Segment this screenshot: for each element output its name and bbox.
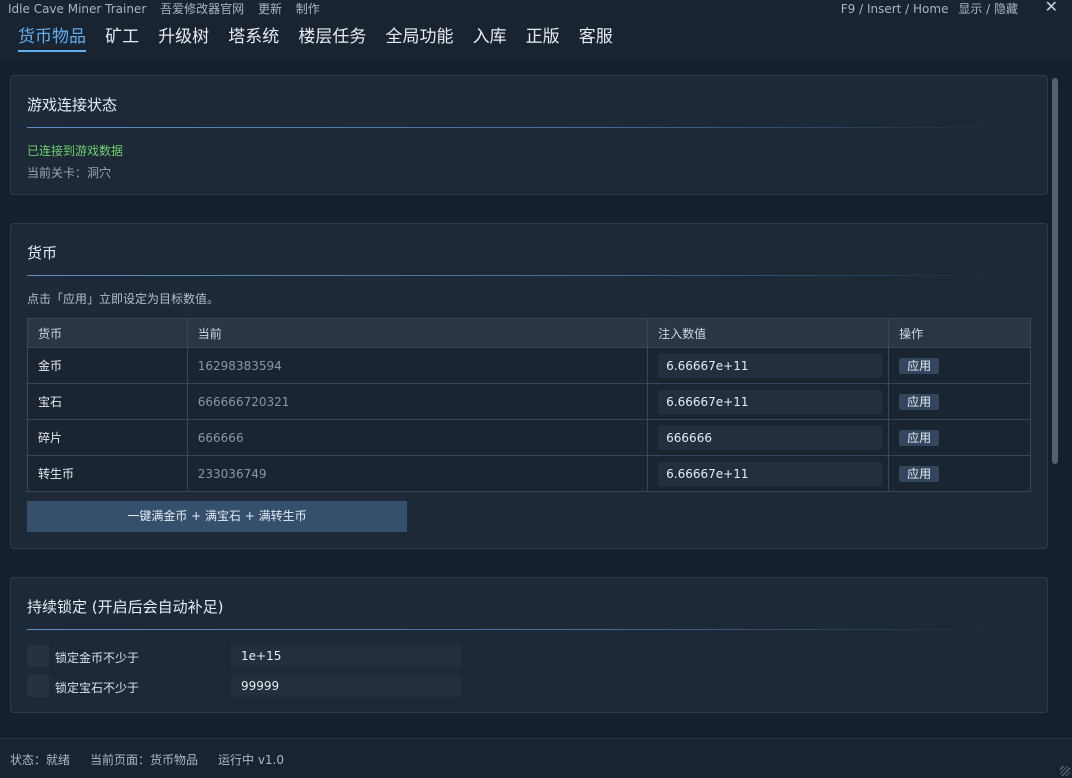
tab-genuine[interactable]: 正版 (526, 22, 560, 50)
inject-input[interactable] (658, 389, 883, 414)
column-header: 货币 (27, 318, 188, 348)
table-row: 转生币 233036749 应用 (27, 455, 1031, 492)
lock-gold-label: 锁定金币不少于 (55, 651, 140, 665)
title-left: Idle Cave Miner Trainer 吾爱修改器官网 更新 制作 (8, 0, 330, 17)
tab-miners[interactable]: 矿工 (105, 22, 139, 50)
lock-gems-input[interactable] (231, 675, 461, 697)
hotkey-hint: F9 / Insert / Home (840, 2, 949, 16)
lock-title: 持续锁定 (开启后会自动补足) (27, 598, 224, 616)
tab-floor-tasks[interactable]: 楼层任务 (298, 22, 366, 50)
section-divider (27, 629, 991, 630)
current-value: 666666720321 (186, 383, 649, 420)
column-header: 操作 (888, 318, 1031, 348)
tab-upgrade-tree[interactable]: 升级树 (158, 22, 209, 50)
section-divider (27, 127, 991, 128)
section-divider (27, 275, 991, 276)
inject-cell (647, 455, 890, 492)
tab-tower-system[interactable]: 塔系统 (228, 22, 279, 50)
status-text: 状态：就绪 (10, 753, 71, 767)
table-header-row: 货币 当前 注入数值 操作 (27, 318, 1031, 348)
main-tabs: 货币物品 矿工 升级树 塔系统 楼层任务 全局功能 入库 正版 客服 (10, 22, 619, 52)
currency-title: 货币 (27, 244, 58, 262)
current-page-text: 当前页面：货币物品 (90, 753, 199, 767)
content-area: 游戏连接状态 已连接到游戏数据 当前关卡：洞穴 货币 点击「应用」立即设定为目标… (0, 60, 1072, 738)
official-site-link[interactable]: 吾爱修改器官网 (160, 2, 244, 16)
apply-button[interactable]: 应用 (899, 465, 940, 482)
scrollbar-thumb[interactable] (1052, 78, 1058, 464)
apply-button[interactable]: 应用 (899, 357, 940, 374)
action-cell: 应用 (888, 455, 1031, 492)
table-row: 金币 16298383594 应用 (27, 347, 1031, 384)
column-header: 当前 (186, 318, 649, 348)
title-bar: Idle Cave Miner Trainer 吾爱修改器官网 更新 制作 F9… (0, 0, 1072, 16)
credits-link[interactable]: 制作 (296, 2, 320, 16)
fill-all-button[interactable]: 一键满金币 + 满宝石 + 满转生币 (27, 501, 407, 532)
currency-table: 货币 当前 注入数值 操作 金币 16298383594 应用 宝石 66666… (27, 318, 1031, 492)
close-icon[interactable]: ✕ (1045, 0, 1058, 16)
show-hide-toggle[interactable]: 显示 / 隐藏 (958, 2, 1018, 16)
currency-name: 碎片 (27, 419, 188, 456)
title-right: F9 / Insert / Home 显示 / 隐藏 (835, 0, 1018, 17)
lock-card: 持续锁定 (开启后会自动补足) 锁定金币不少于 锁定宝石不少于 (10, 577, 1048, 713)
currency-name: 转生币 (27, 455, 188, 492)
currency-name: 宝石 (27, 383, 188, 420)
inject-cell (647, 383, 890, 420)
tab-support[interactable]: 客服 (579, 22, 613, 50)
table-row: 碎片 666666 应用 (27, 419, 1031, 456)
table-row: 宝石 666666720321 应用 (27, 383, 1031, 420)
lock-gold-checkbox[interactable] (27, 645, 49, 667)
column-header: 注入数值 (647, 318, 890, 348)
current-level: 当前关卡：洞穴 (27, 166, 112, 180)
currency-card: 货币 点击「应用」立即设定为目标数值。 货币 当前 注入数值 操作 金币 162… (10, 223, 1048, 549)
lock-gems-label: 锁定宝石不少于 (55, 681, 140, 695)
update-link[interactable]: 更新 (258, 2, 282, 16)
current-value: 666666 (186, 419, 649, 456)
app-title: Idle Cave Miner Trainer (8, 2, 147, 16)
action-cell: 应用 (888, 347, 1031, 384)
apply-button[interactable]: 应用 (899, 393, 940, 410)
inject-cell (647, 347, 890, 384)
lock-gems-checkbox[interactable] (27, 675, 49, 697)
current-value: 233036749 (186, 455, 649, 492)
inject-input[interactable] (658, 461, 883, 486)
tab-currency-items[interactable]: 货币物品 (18, 22, 86, 52)
resize-grip-icon[interactable] (1060, 766, 1070, 776)
currency-hint: 点击「应用」立即设定为目标数值。 (27, 292, 220, 306)
status-bar: 状态：就绪 当前页面：货币物品 运行中 v1.0 (0, 738, 1072, 778)
tab-storage[interactable]: 入库 (473, 22, 507, 50)
lock-gold-input[interactable] (231, 645, 461, 667)
tab-global-features[interactable]: 全局功能 (385, 22, 453, 50)
connection-card: 游戏连接状态 已连接到游戏数据 当前关卡：洞穴 (10, 75, 1048, 195)
action-cell: 应用 (888, 419, 1031, 456)
connection-status: 已连接到游戏数据 (27, 144, 124, 158)
inject-input[interactable] (658, 425, 883, 450)
currency-name: 金币 (27, 347, 188, 384)
action-cell: 应用 (888, 383, 1031, 420)
inject-input[interactable] (658, 353, 883, 378)
apply-button[interactable]: 应用 (899, 429, 940, 446)
inject-cell (647, 419, 890, 456)
current-value: 16298383594 (186, 347, 649, 384)
running-version: 运行中 v1.0 (218, 753, 285, 767)
connection-title: 游戏连接状态 (27, 96, 118, 114)
